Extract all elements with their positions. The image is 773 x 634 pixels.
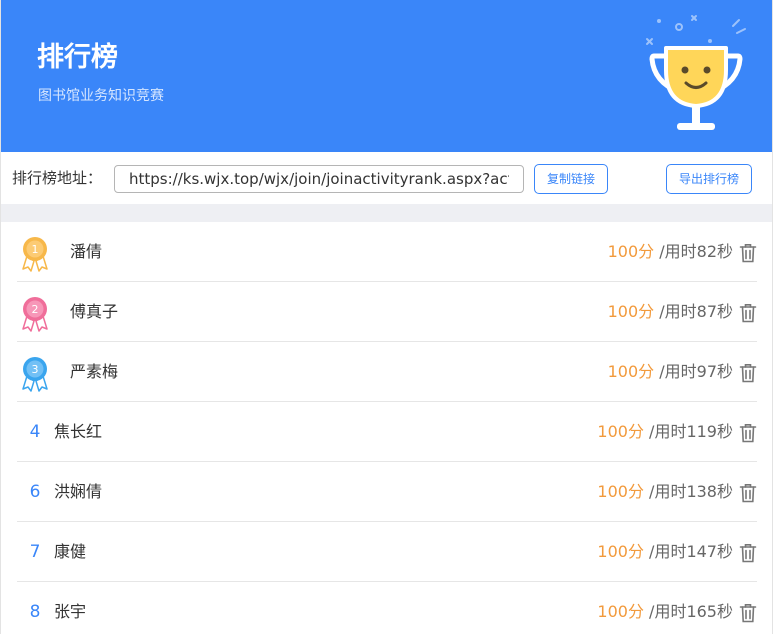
rank-number: 6 [29, 482, 41, 502]
ranking-row: 4 焦长红 100分 /用时119秒 [17, 402, 757, 462]
delete-icon[interactable] [739, 603, 757, 623]
ranking-row: 7 康健 100分 /用时147秒 [17, 522, 757, 582]
ranking-list: 1 潘倩 100分 /用时82秒 2 傅真子 100分 /用时87秒 3 严素梅… [17, 222, 757, 634]
ranking-row: 3 严素梅 100分 /用时97秒 [17, 342, 757, 402]
score-value: 100分 [607, 302, 655, 321]
ranking-row: 8 张宇 100分 /用时165秒 [17, 582, 757, 634]
svg-text:3: 3 [32, 363, 39, 376]
ranking-row: 1 潘倩 100分 /用时82秒 [17, 222, 757, 282]
export-ranking-button[interactable]: 导出排行榜 [666, 164, 752, 194]
participant-name: 傅真子 [70, 302, 119, 321]
time-used: /用时147秒 [643, 542, 733, 561]
section-divider [1, 204, 772, 222]
copy-link-button[interactable]: 复制链接 [534, 164, 608, 194]
delete-icon[interactable] [739, 363, 757, 383]
page-title: 排行榜 [37, 42, 118, 73]
score-value: 100分 [607, 242, 655, 261]
result-text: 100分 /用时119秒 [597, 421, 733, 443]
rank-number: 8 [29, 602, 41, 622]
rank-number: 4 [29, 422, 41, 442]
score-value: 100分 [597, 542, 644, 561]
result-text: 100分 /用时147秒 [597, 541, 733, 563]
svg-text:2: 2 [32, 303, 39, 316]
time-used: /用时138秒 [643, 482, 733, 501]
delete-icon[interactable] [739, 543, 757, 563]
participant-name: 潘倩 [70, 242, 103, 261]
time-used: /用时119秒 [643, 422, 733, 441]
delete-icon[interactable] [739, 243, 757, 263]
time-used: /用时87秒 [654, 302, 733, 321]
score-value: 100分 [597, 422, 644, 441]
page-subtitle: 图书馆业务知识竞赛 [38, 88, 164, 104]
address-bar: 排行榜地址： 复制链接 导出排行榜 [1, 152, 772, 204]
result-text: 100分 /用时165秒 [597, 601, 733, 623]
pink-medal-icon: 2 [22, 297, 48, 332]
header-banner: 排行榜 图书馆业务知识竞赛 [1, 0, 772, 152]
result-text: 100分 /用时97秒 [608, 361, 733, 383]
result-text: 100分 /用时87秒 [608, 301, 733, 323]
time-used: /用时97秒 [654, 362, 733, 381]
delete-icon[interactable] [739, 303, 757, 323]
address-label: 排行榜地址： [12, 169, 103, 187]
participant-name: 洪娴倩 [54, 482, 103, 501]
delete-icon[interactable] [739, 423, 757, 443]
delete-icon[interactable] [739, 483, 757, 503]
time-used: /用时165秒 [643, 602, 733, 621]
result-text: 100分 /用时138秒 [597, 481, 733, 503]
score-value: 100分 [597, 602, 644, 621]
score-value: 100分 [607, 362, 655, 381]
ranking-page: 排行榜 图书馆业务知识竞赛 排行榜地址： https://ks.wjx.top/… [0, 0, 773, 634]
gold-medal-icon: 1 [22, 237, 48, 272]
result-text: 100分 /用时82秒 [608, 241, 733, 263]
score-value: 100分 [597, 482, 644, 501]
participant-name: 张宇 [54, 602, 87, 621]
participant-name: 焦长红 [54, 422, 103, 441]
ranking-row: 2 傅真子 100分 /用时87秒 [17, 282, 757, 342]
participant-name: 康健 [54, 542, 87, 561]
trophy-icon [646, 15, 746, 130]
time-used: /用时82秒 [654, 242, 733, 261]
svg-text:1: 1 [32, 243, 39, 256]
rank-number: 7 [29, 542, 41, 562]
blue-medal-icon: 3 [22, 357, 48, 392]
participant-name: 严素梅 [70, 362, 119, 381]
address-input[interactable] [114, 165, 524, 193]
ranking-row: 6 洪娴倩 100分 /用时138秒 [17, 462, 757, 522]
